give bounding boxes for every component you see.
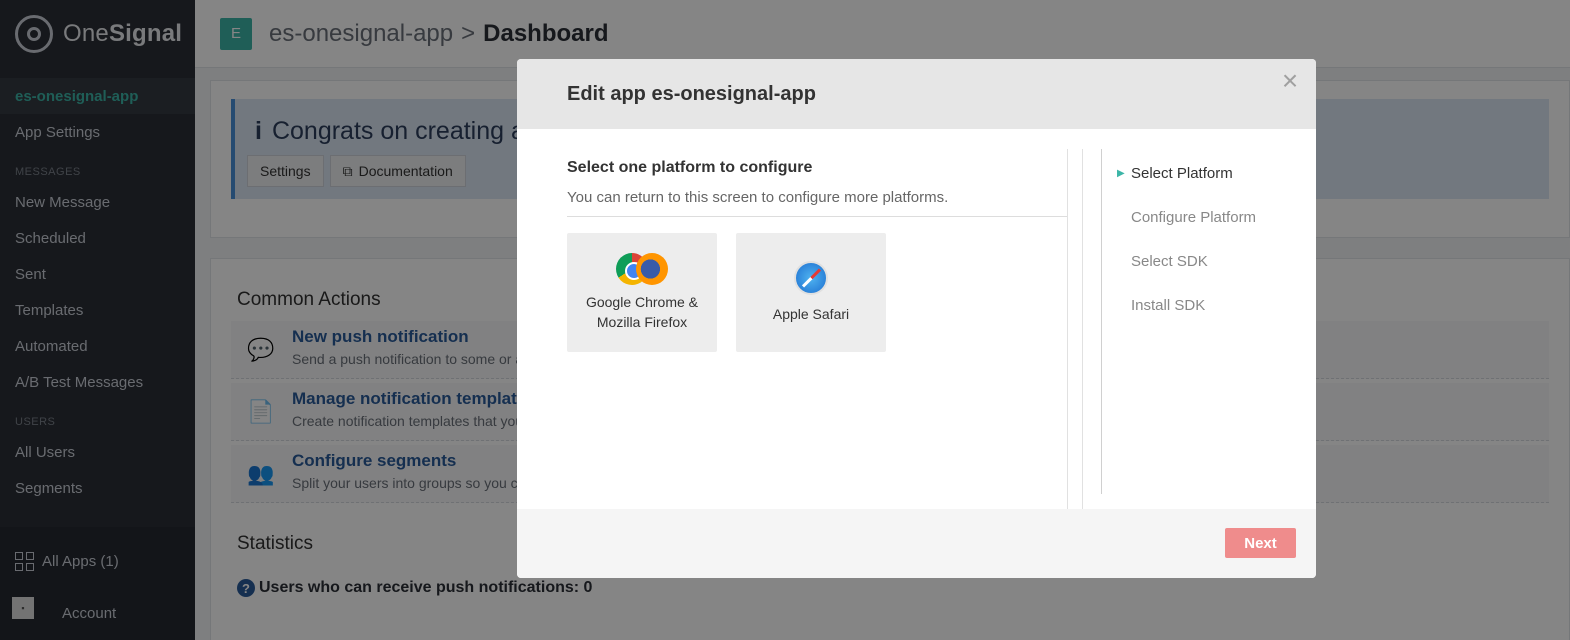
close-icon[interactable]: ×: [1278, 67, 1302, 95]
divider: [1067, 149, 1068, 509]
step-select-sdk: Select SDK: [1131, 252, 1208, 270]
triangle-right-icon: ▶: [1117, 167, 1125, 179]
modal-header: Edit app es-onesignal-app ×: [517, 59, 1316, 129]
modal-footer: Next: [517, 509, 1316, 578]
platform-safari[interactable]: Apple Safari: [736, 233, 886, 352]
platform-label: Apple Safari: [772, 305, 850, 322]
next-button[interactable]: Next: [1225, 528, 1296, 558]
content-subtitle: You can return to this screen to configu…: [567, 189, 949, 206]
platform-selection: Select one platform to configure You can…: [567, 129, 1067, 509]
step-select-platform: ▶ Select Platform: [1117, 151, 1256, 195]
divider: [1101, 149, 1102, 494]
step-install-sdk: Install SDK: [1131, 296, 1206, 314]
divider: [1082, 149, 1083, 509]
wizard-steps: ▶ Select Platform Configure Platform Sel…: [1117, 151, 1256, 327]
platform-label-line1: Google Chrome &: [585, 293, 699, 310]
step-label: Select Platform: [1131, 164, 1233, 182]
divider: [567, 216, 1067, 217]
step-configure-platform: Configure Platform: [1131, 208, 1257, 226]
modal-title: Edit app es-onesignal-app: [567, 83, 816, 105]
modal-body: Select one platform to configure You can…: [517, 129, 1316, 509]
chrome-firefox-icon: [616, 252, 668, 287]
safari-compass-icon: [794, 260, 828, 295]
content-title: Select one platform to configure: [567, 159, 813, 176]
edit-app-modal: Edit app es-onesignal-app × Select one p…: [517, 59, 1316, 578]
platform-label-line2: Mozilla Firefox: [596, 313, 688, 330]
platform-chrome-firefox[interactable]: Google Chrome & Mozilla Firefox: [567, 233, 717, 352]
